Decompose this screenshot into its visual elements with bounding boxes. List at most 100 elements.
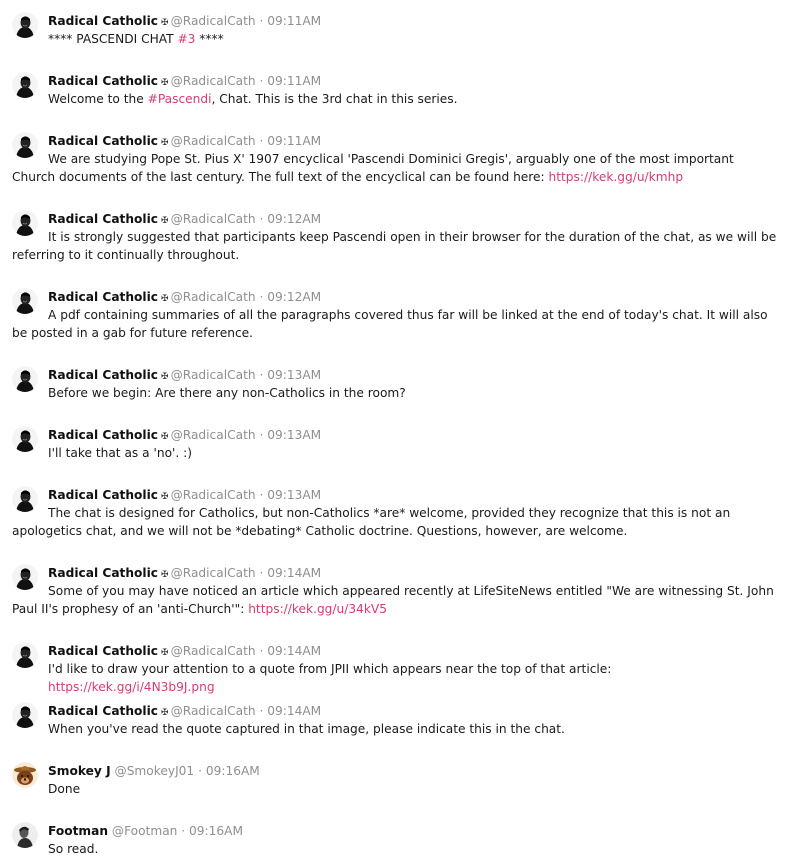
pius-x-avatar[interactable] [12,72,38,98]
meta-separator: · [255,74,268,88]
message-text: Welcome to the [48,92,148,106]
meta-separator: · [255,566,268,580]
meta-separator: · [255,704,268,718]
author-name[interactable]: Smokey J [48,764,111,778]
author-name[interactable]: Footman [48,824,108,838]
meta-separator: · [255,644,268,658]
author-handle[interactable]: @RadicalCath [171,74,256,88]
author-name[interactable]: Radical Catholic [48,290,158,304]
message-timestamp: 09:12AM [267,290,322,304]
pius-x-avatar[interactable] [12,702,38,728]
author-handle[interactable]: @RadicalCath [171,290,256,304]
message-text: A pdf containing summaries of all the pa… [12,308,772,340]
author-handle[interactable]: @RadicalCath [171,644,256,658]
cross-badge-icon: ✠ [161,432,169,442]
message-timestamp: 09:14AM [267,704,322,718]
message-timestamp: 09:14AM [267,566,322,580]
author-handle[interactable]: @RadicalCath [171,368,256,382]
message-header: Radical Catholic ✠ @RadicalCath · 09:13AM [48,426,321,444]
message-timestamp: 09:11AM [267,134,322,148]
cross-badge-icon: ✠ [161,708,169,718]
author-handle[interactable]: @RadicalCath [171,134,256,148]
cross-badge-icon: ✠ [161,18,169,28]
message-text: I'd like to draw your attention to a quo… [48,662,616,676]
pius-x-avatar[interactable] [12,12,38,38]
message-text: So read. [48,842,99,856]
message-body: Done [48,780,778,798]
author-handle[interactable]: @Footman [112,824,178,838]
message-timestamp: 09:14AM [267,644,322,658]
author-handle[interactable]: @RadicalCath [171,212,256,226]
author-name[interactable]: Radical Catholic [48,368,158,382]
meta-separator: · [255,212,268,226]
author-handle[interactable]: @RadicalCath [171,566,256,580]
message-text: **** [195,32,224,46]
cross-badge-icon: ✠ [161,492,169,502]
cross-badge-icon: ✠ [161,570,169,580]
message-header: Footman @Footman · 09:16AM [48,822,243,840]
message-text: Some of you may have noticed an article … [12,584,778,616]
cross-badge-icon: ✠ [161,78,169,88]
message-timestamp: 09:11AM [267,14,322,28]
message-timestamp: 09:13AM [267,368,322,382]
message-header: Radical Catholic ✠ @RadicalCath · 09:14AM [48,642,321,660]
message-timestamp: 09:16AM [189,824,244,838]
smokey-bear-avatar[interactable] [12,762,38,788]
author-handle[interactable]: @RadicalCath [171,488,256,502]
author-handle[interactable]: @RadicalCath [171,704,256,718]
message-body: I'd like to draw your attention to a quo… [48,660,778,696]
message-body: When you've read the quote captured in t… [48,720,778,738]
author-handle[interactable]: @RadicalCath [171,14,256,28]
author-name[interactable]: Radical Catholic [48,14,158,28]
author-name[interactable]: Radical Catholic [48,566,158,580]
meta-separator: · [255,134,268,148]
message-header: Radical Catholic ✠ @RadicalCath · 09:11AM [48,72,321,90]
hashtag-link[interactable]: #Pascendi [148,92,212,106]
message-text: Done [48,782,81,796]
message-header: Radical Catholic ✠ @RadicalCath · 09:13AM [48,366,321,384]
author-handle[interactable]: @SmokeyJ01 [115,764,195,778]
author-name[interactable]: Radical Catholic [48,212,158,226]
message-text: When you've read the quote captured in t… [48,722,565,736]
message-body: The chat is designed for Catholics, but … [12,504,777,540]
meta-separator: · [255,428,268,442]
message-body: Some of you may have noticed an article … [12,582,777,618]
url-link[interactable]: https://kek.gg/u/kmhp [549,170,684,184]
message-text: It is strongly suggested that participan… [12,230,781,262]
message-body: We are studying Pope St. Pius X' 1907 en… [12,150,777,186]
message-timestamp: 09:13AM [267,488,322,502]
author-name[interactable]: Radical Catholic [48,704,158,718]
hashtag-link[interactable]: #3 [177,32,195,46]
cross-badge-icon: ✠ [161,294,169,304]
message-timestamp: 09:12AM [267,212,322,226]
message-text: , Chat. This is the 3rd chat in this ser… [211,92,458,106]
cross-badge-icon: ✠ [161,138,169,148]
url-link[interactable]: https://kek.gg/u/34kV5 [248,602,387,616]
message-timestamp: 09:13AM [267,428,322,442]
message-header: Radical Catholic ✠ @RadicalCath · 09:12AM [48,288,321,306]
meta-separator: · [177,824,190,838]
footman-avatar[interactable] [12,822,38,848]
meta-separator: · [255,488,268,502]
meta-separator: · [255,368,268,382]
author-name[interactable]: Radical Catholic [48,488,158,502]
message-header: Radical Catholic ✠ @RadicalCath · 09:11AM [48,132,321,150]
url-link[interactable]: https://kek.gg/i/4N3b9J.png [48,680,215,694]
author-handle[interactable]: @RadicalCath [171,428,256,442]
pius-x-avatar[interactable] [12,366,38,392]
message-header: Radical Catholic ✠ @RadicalCath · 09:11AM [48,12,321,30]
pius-x-avatar[interactable] [12,426,38,452]
message-body: Before we begin: Are there any non-Catho… [48,384,778,402]
author-name[interactable]: Radical Catholic [48,134,158,148]
message-body: I'll take that as a 'no'. :) [48,444,778,462]
message-body: A pdf containing summaries of all the pa… [12,306,777,342]
author-name[interactable]: Radical Catholic [48,644,158,658]
author-name[interactable]: Radical Catholic [48,428,158,442]
message-header: Radical Catholic ✠ @RadicalCath · 09:14AM [48,564,321,582]
message-header: Radical Catholic ✠ @RadicalCath · 09:13AM [48,486,321,504]
author-name[interactable]: Radical Catholic [48,74,158,88]
cross-badge-icon: ✠ [161,216,169,226]
message-body: So read. [48,840,778,858]
pius-x-avatar[interactable] [12,642,38,668]
message-text: I'll take that as a 'no'. :) [48,446,192,460]
